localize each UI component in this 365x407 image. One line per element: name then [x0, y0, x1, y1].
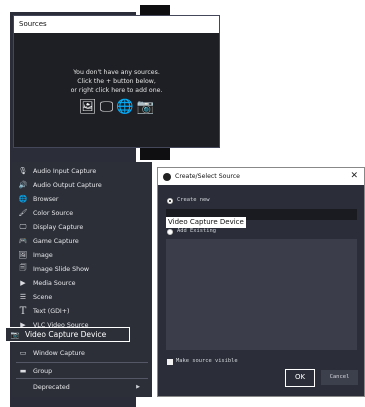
- add-existing-radio[interactable]: [167, 229, 173, 235]
- menu-item-audio-input-capture[interactable]: 🎙 Audio Input Capture: [14, 164, 148, 178]
- sources-title: Sources: [14, 16, 219, 33]
- image-icon: 🖼: [78, 99, 97, 115]
- menu-item-image[interactable]: 🖼 Image: [14, 248, 148, 262]
- monitor-icon: 🖵: [19, 222, 27, 231]
- menu-item-video-capture-device[interactable]: 📷 Video Capture Device: [5, 327, 130, 342]
- microphone-icon: 🎙: [18, 167, 28, 175]
- existing-sources-list[interactable]: [166, 239, 357, 350]
- list-icon: ☰: [19, 293, 27, 301]
- source-name-value: Video Capture Device: [166, 217, 246, 228]
- slideshow-icon: 🗐: [19, 263, 27, 272]
- play-icon: ▶: [20, 279, 26, 287]
- menu-item-text-gdi[interactable]: T Text (GDI+): [14, 304, 148, 318]
- menu-item-group[interactable]: ▬ Group: [14, 364, 148, 378]
- camera-icon: 📷: [10, 330, 20, 339]
- empty-line-3: or right click here to add one.: [70, 87, 163, 94]
- menu-separator: [16, 378, 148, 379]
- obs-logo-icon: [163, 172, 171, 181]
- gamepad-icon: 🎮: [18, 237, 28, 245]
- add-existing-label: Add Existing: [177, 228, 216, 234]
- window-icon: ▭: [19, 349, 27, 357]
- menu-separator: [16, 362, 148, 363]
- menu-item-window-capture[interactable]: ▭ Window Capture: [14, 346, 148, 360]
- menu-item-display-capture[interactable]: 🖵 Display Capture: [14, 220, 148, 234]
- menu-item-game-capture[interactable]: 🎮 Game Capture: [14, 234, 148, 248]
- add-source-menu: 🎙 Audio Input Capture 🔊 Audio Output Captu…: [12, 162, 152, 397]
- make-visible-checkbox[interactable]: [167, 359, 173, 365]
- ok-button[interactable]: OK: [285, 369, 315, 387]
- folder-icon: ▬: [19, 367, 27, 375]
- dialog-title: Create/Select Source: [175, 173, 240, 180]
- menu-item-scene[interactable]: ☰ Scene: [14, 290, 148, 304]
- image-icon: 🖼: [18, 251, 28, 259]
- empty-line-1: You don't have any sources.: [73, 69, 160, 76]
- empty-sources-message: You don't have any sources. Click the + …: [14, 68, 219, 95]
- menu-item-deprecated[interactable]: Deprecated ▶: [14, 380, 148, 394]
- menu-item-browser[interactable]: 🌐 Browser: [14, 192, 148, 206]
- speaker-icon: 🔊: [18, 181, 28, 189]
- close-icon[interactable]: ✕: [350, 168, 358, 185]
- menu-item-color-source[interactable]: 🖌 Color Source: [14, 206, 148, 220]
- make-visible-label: Make source visible: [176, 358, 238, 364]
- chevron-right-icon: ▶: [136, 384, 140, 390]
- create-new-radio[interactable]: [167, 198, 173, 204]
- source-type-icons: 🖼 🖵 🌐 📷: [14, 100, 219, 114]
- create-new-label: Create new: [177, 197, 210, 203]
- dialog-titlebar: Create/Select Source ✕: [158, 168, 364, 185]
- menu-item-audio-output-capture[interactable]: 🔊 Audio Output Capture: [14, 178, 148, 192]
- menu-item-image-slide-show[interactable]: 🗐 Image Slide Show: [14, 262, 148, 276]
- source-name-input[interactable]: Video Capture Device: [166, 209, 357, 228]
- globe-icon: 🌐: [18, 195, 28, 203]
- cancel-button[interactable]: Cancel: [321, 370, 358, 385]
- text-icon: T: [19, 305, 27, 317]
- monitor-icon: 🖵: [99, 99, 114, 115]
- create-select-source-dialog: Create/Select Source ✕ Create new Video …: [157, 167, 365, 397]
- globe-icon: 🌐: [116, 99, 134, 115]
- menu-item-media-source[interactable]: ▶ Media Source: [14, 276, 148, 290]
- brush-icon: 🖌: [18, 209, 28, 217]
- empty-line-2: Click the + button below,: [77, 78, 156, 85]
- sources-panel[interactable]: Sources You don't have any sources. Clic…: [13, 15, 220, 148]
- camera-icon: 📷: [136, 99, 155, 115]
